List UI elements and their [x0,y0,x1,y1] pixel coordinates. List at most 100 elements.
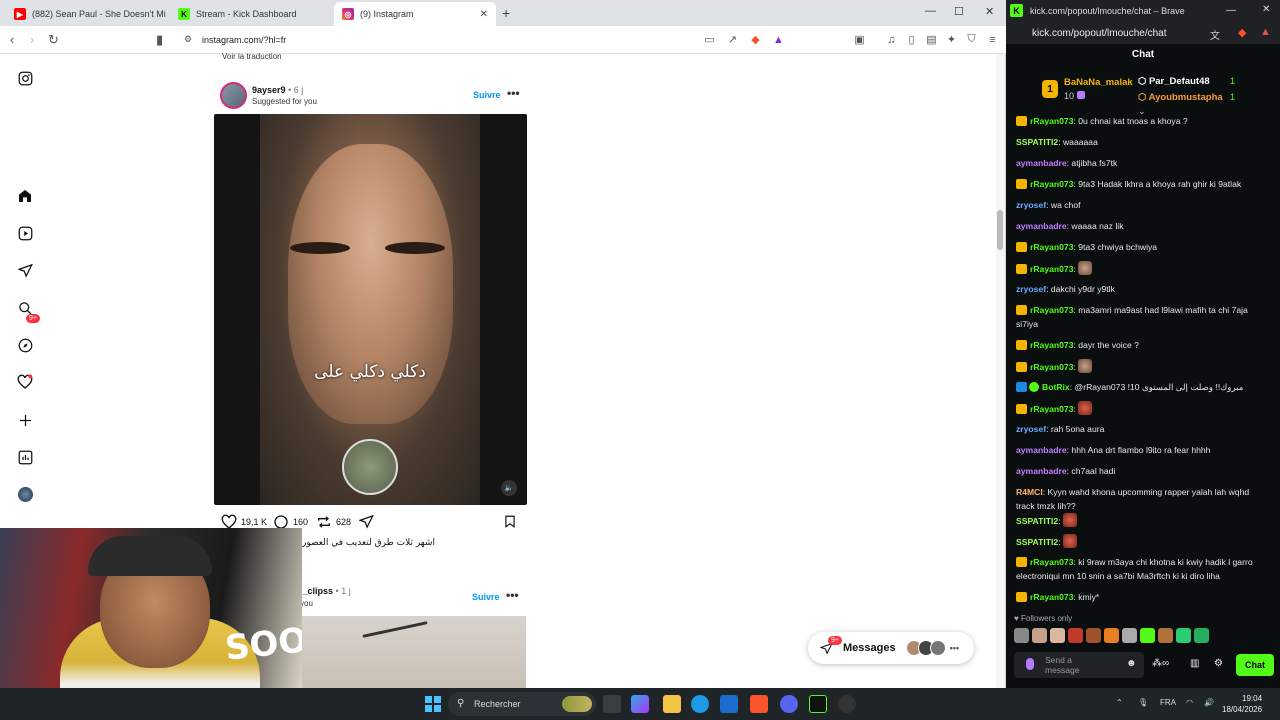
mute-toggle-icon[interactable]: 🔈 [501,480,517,496]
chat-username[interactable]: rRayan073 [1030,340,1073,350]
emote[interactable] [1068,628,1083,643]
follow-button[interactable]: Suivre [472,592,500,602]
messages-button[interactable]: 9+ Messages ••• [808,632,974,664]
repost-button[interactable]: 628 [316,514,351,530]
brave-shield-icon[interactable]: ◆ [749,33,762,46]
widgets-icon[interactable] [631,695,649,713]
reload-icon[interactable]: ↻ [48,32,59,48]
system-clock[interactable]: 19:04 18/04/2026 [1222,693,1262,715]
post-media[interactable] [302,616,526,688]
tray-chevron-icon[interactable]: ⌃ [1116,698,1123,707]
edge-icon[interactable] [691,695,709,713]
dashboard-icon[interactable] [15,447,35,467]
emote[interactable] [1176,628,1191,643]
store-icon[interactable]: ▥ [1190,658,1199,669]
wifi-icon[interactable]: ◠ [1186,698,1193,707]
chat-username[interactable]: SSPATITI2 [1016,137,1058,147]
chat-username[interactable]: SSPATITI2 [1016,537,1058,547]
send-chat-button[interactable]: Chat [1236,654,1274,676]
volume-icon[interactable]: 🔊 [1204,698,1214,707]
site-settings-icon[interactable]: ⚙ [184,34,192,45]
chat-username[interactable]: zryosef [1016,424,1046,434]
author-avatar[interactable] [220,82,247,109]
more-options-icon[interactable]: ••• [506,588,519,602]
more-options-icon[interactable]: ••• [507,86,520,100]
chat-username[interactable]: aymanbadre [1016,445,1067,455]
share-icon[interactable]: ↗ [726,33,739,46]
explore-icon[interactable] [15,335,35,355]
close-window-icon[interactable]: ✕ [1262,4,1270,15]
leader-name[interactable]: BaNaNa_malak [1064,77,1133,88]
follow-button[interactable]: Suivre [473,90,501,100]
maximize-icon[interactable]: ☐ [954,5,964,18]
reel-video[interactable]: دكلي دكلي على 🔈 [214,114,527,505]
chat-username[interactable]: rRayan073 [1030,305,1073,315]
home-icon[interactable] [15,186,35,206]
chat-username[interactable]: rRayan073 [1030,404,1073,414]
tab-youtube[interactable]: ▶ (882) Sean Paul - She Doesn't Mind | [6,2,166,26]
discord-icon[interactable] [780,695,798,713]
chat-username[interactable]: zryosef [1016,284,1046,294]
microphone-tray-icon[interactable]: 🎙 [1138,698,1148,707]
microphone-icon[interactable] [1026,658,1034,670]
chat-username[interactable]: rRayan073 [1030,362,1073,372]
emote[interactable] [1122,628,1137,643]
brave-shield-icon[interactable]: ◆ [1238,26,1246,39]
search-icon[interactable] [15,298,35,318]
emote[interactable] [1158,628,1173,643]
emote[interactable] [1194,628,1209,643]
minimize-icon[interactable]: — [1226,5,1236,16]
minimize-icon[interactable]: — [925,5,936,17]
chat-username[interactable]: rRayan073 [1030,264,1073,274]
author-name[interactable]: i_clipss • 1 j [300,586,351,596]
quick-emotes-icon[interactable]: ⁂∞ [1152,658,1169,669]
notifications-heart-icon[interactable] [15,372,35,392]
store-icon[interactable] [720,695,738,713]
language-indicator[interactable]: FRA [1160,698,1176,707]
send-message-input[interactable]: Send a message ☻ [1014,652,1144,678]
direct-messages-icon[interactable] [15,260,35,280]
menu-icon[interactable]: ≡ [986,33,999,46]
profile-avatar[interactable] [15,484,35,504]
chat-username[interactable]: rRayan073 [1030,116,1073,126]
chat-username[interactable]: R4MCI [1016,487,1043,497]
emote[interactable] [1050,628,1065,643]
chat-username[interactable]: BotRix [1042,382,1070,392]
create-post-icon[interactable] [15,410,35,430]
page-scrollbar[interactable] [996,54,1005,688]
chat-username[interactable]: aymanbadre [1016,158,1067,168]
see-translation-link[interactable]: Voir la traduction [222,52,282,61]
brave-rewards-icon[interactable]: ▲ [772,33,785,46]
leader-name[interactable]: ⬡ Par_Defaut48 [1138,76,1210,87]
file-explorer-icon[interactable] [663,695,681,713]
emote[interactable] [1086,628,1101,643]
reels-icon[interactable] [15,223,35,243]
windows-start-icon[interactable] [425,696,441,712]
settings-gear-icon[interactable]: ⚙ [1214,658,1223,669]
emote[interactable] [1140,628,1155,643]
vpn-icon[interactable]: ⛉ [965,33,978,46]
bookmark-icon[interactable]: ▮ [156,32,163,48]
author-name[interactable]: 9ayser9 • 6 j [252,85,303,95]
emoji-icon[interactable]: ☻ [1126,659,1137,669]
chat-username[interactable]: rRayan073 [1030,592,1073,602]
chat-username[interactable]: aymanbadre [1016,221,1067,231]
split-view-icon[interactable]: ▯ [905,33,918,46]
close-window-icon[interactable]: ✕ [985,5,994,18]
back-icon[interactable]: ‹ [10,32,14,47]
share-button[interactable] [359,514,378,529]
wallet-icon[interactable]: ▤ [925,33,938,46]
taskbar-search[interactable]: ⚲ Rechercher [448,692,596,716]
address-bar[interactable]: kick.com/popout/lmouche/chat 文 ◆ ▲ [1006,22,1280,44]
emote[interactable] [1104,628,1119,643]
leo-icon[interactable]: ✦ [945,33,958,46]
brave-rewards-icon[interactable]: ▲ [1260,26,1271,38]
sidebar-icon[interactable]: ▣ [853,33,866,46]
save-button[interactable] [503,514,521,529]
instagram-logo-icon[interactable] [15,68,35,88]
cast-icon[interactable]: ▭ [703,33,716,46]
task-view-icon[interactable] [603,695,621,713]
translate-icon[interactable]: 文 [1210,27,1220,42]
tab-instagram[interactable]: ◎ (9) Instagram ✕ [334,2,496,26]
leader-name[interactable]: ⬡ Ayoubmustapha [1138,92,1223,103]
